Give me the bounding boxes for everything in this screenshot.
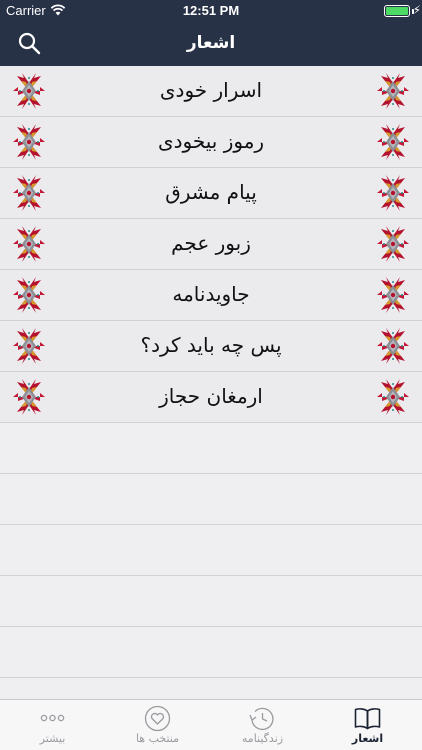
charging-icon: ⚡ (412, 3, 421, 17)
ornament-icon (13, 226, 45, 262)
ornament-icon (13, 277, 45, 313)
ornament-icon (377, 328, 409, 364)
tab-label: اشعار (351, 732, 384, 745)
tab-label: منتخب ها (135, 732, 180, 745)
ornament-icon (13, 73, 45, 109)
list-item-label: زبور عجم (171, 231, 251, 255)
ornament-icon (377, 124, 409, 160)
ornament-icon (377, 73, 409, 109)
tab-label: زندگینامه (241, 732, 284, 745)
list-item-label: ارمغان حجاز (159, 384, 263, 408)
ornament-icon (377, 175, 409, 211)
ornament-icon (13, 124, 45, 160)
ornament-icon (377, 379, 409, 415)
ornament-icon (13, 175, 45, 211)
page-title: اشعار (186, 33, 236, 53)
list-item[interactable]: پیام مشرق (0, 168, 422, 219)
list-item-label: رموز بیخودی (157, 129, 265, 153)
list-item[interactable]: زبور عجم (0, 219, 422, 270)
ornament-icon (377, 226, 409, 262)
tab-biography[interactable]: زندگینامه (210, 700, 315, 750)
empty-row (0, 576, 422, 627)
more-dots-icon (40, 714, 65, 722)
tab-poems[interactable]: اشعار (315, 700, 420, 750)
list-item[interactable]: جاویدنامه (0, 270, 422, 321)
tab-bar: بیشتر منتخب ها زندگینامه اشعار (0, 699, 422, 750)
empty-row (0, 627, 422, 678)
list-item[interactable]: ارمغان حجاز (0, 372, 422, 423)
tab-favorites[interactable]: منتخب ها (105, 700, 210, 750)
ornament-icon (377, 277, 409, 313)
empty-row (0, 525, 422, 576)
list-item-label: جاویدنامه (172, 282, 250, 306)
book-icon (354, 708, 381, 730)
list-item-label: اسرار خودی (159, 78, 263, 102)
list-item[interactable]: اسرار خودی (0, 66, 422, 117)
ornament-icon (13, 379, 45, 415)
list-item-label: پیام مشرق (165, 180, 257, 204)
ornament-icon (13, 328, 45, 364)
nav-header: Carrier 12:51 PM ⚡ اشعار (0, 0, 422, 66)
tab-more[interactable]: بیشتر (0, 700, 105, 750)
empty-row (0, 474, 422, 525)
list-item-label: پس چه باید کرد؟ (140, 333, 282, 357)
status-bar: Carrier 12:51 PM ⚡ (0, 0, 422, 22)
battery-icon (384, 5, 410, 17)
list-item[interactable]: پس چه باید کرد؟ (0, 321, 422, 372)
list-item[interactable]: رموز بیخودی (0, 117, 422, 168)
poems-list: اسرار خودی رموز بیخودی پیام مشرق زبور عج… (0, 66, 422, 678)
tab-label: بیشتر (39, 732, 66, 745)
status-time: 12:51 PM (182, 3, 240, 18)
empty-row (0, 423, 422, 474)
heart-icon (144, 705, 171, 732)
history-icon (249, 707, 274, 731)
